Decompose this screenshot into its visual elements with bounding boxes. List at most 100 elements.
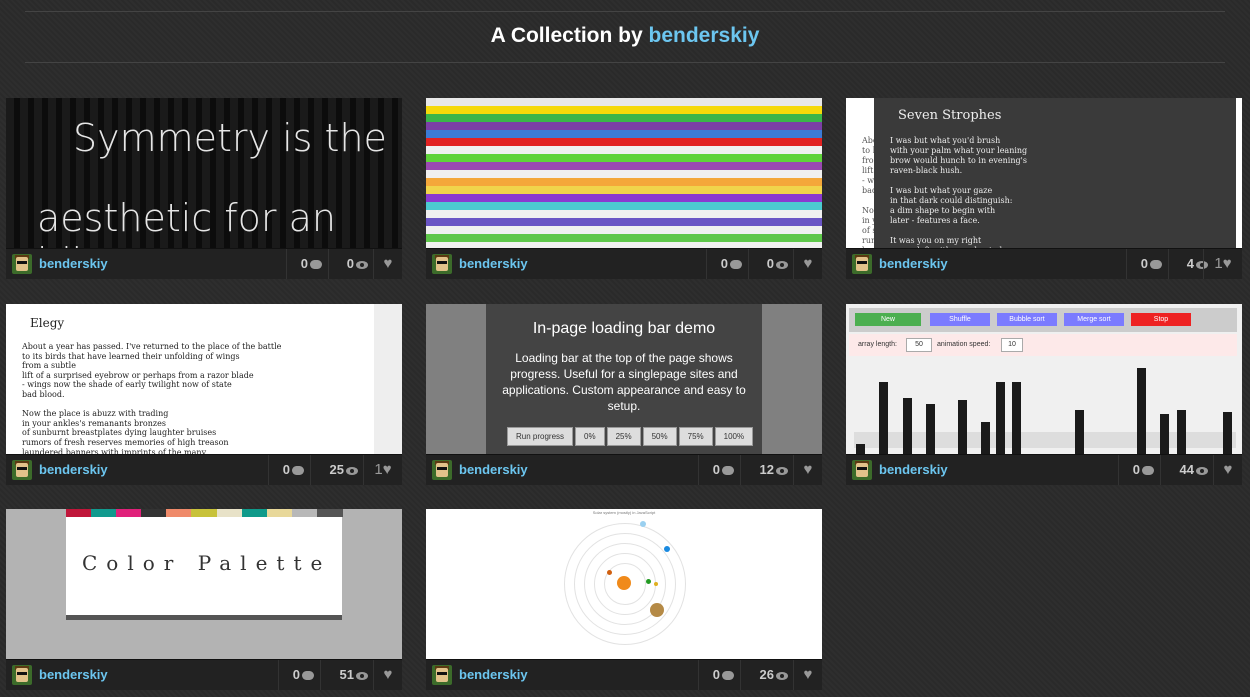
comment-icon <box>302 671 314 680</box>
card-thumbnail[interactable]: Symmetry is the aesthetic for an idiot <box>6 98 402 248</box>
comments-count[interactable]: 0 <box>268 455 310 485</box>
stripe <box>426 114 822 122</box>
sort-bar <box>1177 410 1186 454</box>
eye-icon <box>776 672 788 680</box>
comments-value: 0 <box>282 462 290 477</box>
collection-card[interactable]: benderskiy 0 0 ♥ <box>426 98 822 279</box>
views-count: 51 <box>320 660 374 690</box>
card-meta-bar: benderskiy 0 0 ♥ <box>6 248 402 279</box>
card-username-link[interactable]: benderskiy <box>879 462 948 477</box>
comments-count[interactable]: 0 <box>286 249 328 279</box>
comments-value: 0 <box>712 462 720 477</box>
palette-swatch <box>291 509 318 517</box>
sort-bar <box>1075 422 1084 454</box>
like-button[interactable]: ♥ <box>1213 455 1242 485</box>
card-username-link[interactable]: benderskiy <box>459 462 528 477</box>
card-thumbnail[interactable]: Solar system (mostly) in JavaScript <box>426 509 822 659</box>
demo-button: 75% <box>678 427 713 446</box>
views-value: 26 <box>759 667 774 682</box>
avatar[interactable] <box>12 460 32 480</box>
like-button[interactable]: ♥ <box>793 660 822 690</box>
comment-icon <box>730 260 742 269</box>
comments-count[interactable]: 0 <box>1126 249 1168 279</box>
like-button[interactable]: ♥ <box>793 249 822 279</box>
like-button[interactable]: ♥ <box>793 455 822 485</box>
thumb-text: About a year has passed. I've returned t… <box>22 342 282 454</box>
demo-button: 0% <box>575 427 605 446</box>
comments-count[interactable]: 0 <box>706 249 748 279</box>
sort-bar <box>981 422 990 454</box>
collection-card[interactable]: Color Palette benderskiy 0 51 ♥ <box>6 509 402 690</box>
stripe <box>426 202 822 210</box>
comment-icon <box>722 466 734 475</box>
avatar[interactable] <box>432 460 452 480</box>
avatar[interactable] <box>852 254 872 274</box>
header-rule-bottom <box>25 62 1225 63</box>
views-value: 0 <box>766 256 774 271</box>
like-button[interactable]: 1♥ <box>1203 249 1242 279</box>
avatar[interactable] <box>12 254 32 274</box>
comments-count[interactable]: 0 <box>278 660 320 690</box>
views-count: 0 <box>748 249 794 279</box>
collection-card[interactable]: New Shuffle Bubble sort Merge sort Stop … <box>846 304 1242 485</box>
comments-value: 0 <box>720 256 728 271</box>
views-value: 4 <box>1186 256 1194 271</box>
title-author-link[interactable]: benderskiy <box>649 24 760 47</box>
stripe <box>426 178 822 186</box>
collection-card[interactable]: Abo to h fro lift - w bad No in y of s r… <box>846 98 1242 279</box>
collection-card[interactable]: Symmetry is the aesthetic for an idiot b… <box>6 98 402 279</box>
palette-swatch <box>141 509 168 517</box>
sort-bar <box>856 444 865 454</box>
title-prefix: A Collection by <box>490 24 643 47</box>
card-thumbnail[interactable]: Color Palette <box>6 509 402 659</box>
card-meta-bar: benderskiy 0 44 ♥ <box>846 454 1242 485</box>
avatar[interactable] <box>432 665 452 685</box>
card-username-link[interactable]: benderskiy <box>39 256 108 271</box>
avatar[interactable] <box>12 665 32 685</box>
card-meta-bar: benderskiy 0 26 ♥ <box>426 659 822 690</box>
comments-count[interactable]: 0 <box>698 660 740 690</box>
heart-icon: ♥ <box>383 666 393 683</box>
card-thumbnail[interactable]: In-page loading bar demo Loading bar at … <box>426 304 822 454</box>
card-username-link[interactable]: benderskiy <box>459 256 528 271</box>
like-button[interactable]: ♥ <box>373 249 402 279</box>
card-meta-bar: benderskiy 0 4 1♥ <box>846 248 1242 279</box>
demo-button: Bubble sort <box>997 313 1057 326</box>
collection-card[interactable]: Solar system (mostly) in JavaScript bend… <box>426 509 822 690</box>
demo-button: New <box>855 313 921 326</box>
heart-icon: ♥ <box>803 666 813 683</box>
collection-card[interactable]: In-page loading bar demo Loading bar at … <box>426 304 822 485</box>
eye-icon <box>356 672 368 680</box>
collection-card[interactable]: Elegy About a year has passed. I've retu… <box>6 304 402 485</box>
likes-value: 1 <box>1214 255 1223 272</box>
like-button[interactable]: ♥ <box>373 660 402 690</box>
header-rule-top <box>25 11 1225 12</box>
card-username-link[interactable]: benderskiy <box>39 667 108 682</box>
card-thumbnail[interactable] <box>426 98 822 248</box>
comments-count[interactable]: 0 <box>1118 455 1160 485</box>
avatar[interactable] <box>432 254 452 274</box>
thumb-text: I was but what you'd brush with your pal… <box>890 136 1028 248</box>
card-username-link[interactable]: benderskiy <box>879 256 948 271</box>
page-title: A Collection by benderskiy <box>0 24 1250 48</box>
heart-icon: ♥ <box>1223 461 1233 478</box>
card-username-link[interactable]: benderskiy <box>39 462 108 477</box>
eye-icon <box>356 261 368 269</box>
array-length-label: array length: <box>858 341 897 348</box>
card-username-link[interactable]: benderskiy <box>459 667 528 682</box>
comments-count[interactable]: 0 <box>698 455 740 485</box>
avatar[interactable] <box>852 460 872 480</box>
card-meta-bar: benderskiy 0 0 ♥ <box>426 248 822 279</box>
comments-value: 0 <box>1140 256 1148 271</box>
card-thumbnail[interactable]: Abo to h fro lift - w bad No in y of s r… <box>846 98 1242 248</box>
card-thumbnail[interactable]: Elegy About a year has passed. I've retu… <box>6 304 402 454</box>
sun-icon <box>617 576 631 590</box>
views-value: 0 <box>346 256 354 271</box>
stripe <box>426 170 822 178</box>
card-thumbnail[interactable]: New Shuffle Bubble sort Merge sort Stop … <box>846 304 1242 454</box>
thumb-title: Elegy <box>30 316 65 330</box>
views-count: 0 <box>328 249 374 279</box>
thumb-caption: Solar system (mostly) in JavaScript <box>592 510 656 515</box>
comment-icon <box>1150 260 1162 269</box>
like-button[interactable]: 1♥ <box>363 455 402 485</box>
